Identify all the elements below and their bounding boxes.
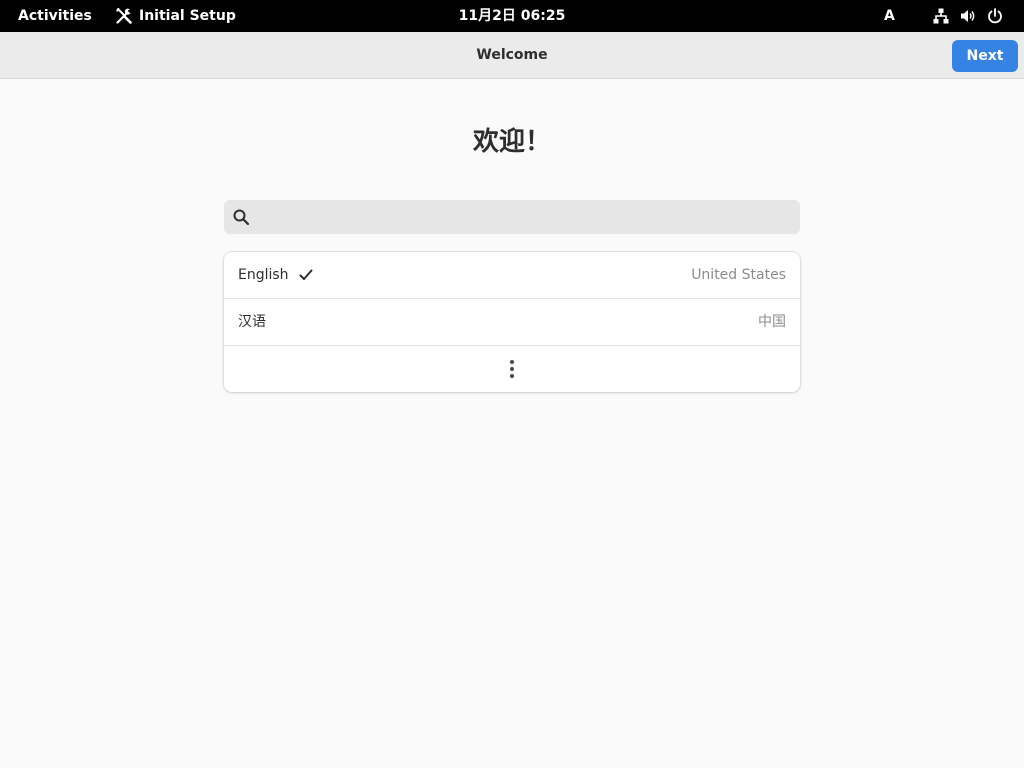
language-name: English	[238, 267, 289, 283]
next-button[interactable]: Next	[952, 40, 1018, 72]
activities-button[interactable]: Activities	[18, 0, 92, 32]
volume-icon	[959, 7, 977, 25]
app-name: Initial Setup	[139, 8, 236, 24]
welcome-heading: 欢迎！	[472, 127, 551, 157]
clock[interactable]: 11月2日 06:25	[459, 8, 566, 24]
top-bar: Activities Initial Setup 11月2日 06:25 A	[0, 0, 1024, 32]
language-region: 中国	[758, 314, 786, 330]
language-row-chinese[interactable]: 汉语 中国	[224, 299, 800, 346]
language-name: 汉语	[238, 314, 266, 330]
system-menu[interactable]	[932, 0, 1013, 32]
more-languages-button[interactable]	[224, 346, 800, 392]
app-menu[interactable]: Initial Setup	[115, 0, 236, 32]
header-bar: Welcome Next	[0, 32, 1024, 79]
input-source-indicator[interactable]: A	[884, 0, 895, 32]
network-icon	[932, 7, 950, 25]
search-input[interactable]	[258, 200, 788, 234]
language-list: English United States 汉语 中国	[224, 252, 800, 392]
search-icon	[232, 208, 250, 226]
language-region: United States	[691, 267, 786, 283]
wrench-screwdriver-icon	[115, 7, 133, 25]
checkmark-icon	[298, 266, 314, 284]
language-row-english[interactable]: English United States	[224, 252, 800, 299]
page-title: Welcome	[476, 47, 548, 63]
more-vertical-icon	[504, 358, 520, 380]
language-search-box[interactable]	[224, 200, 800, 234]
power-icon	[986, 7, 1004, 25]
